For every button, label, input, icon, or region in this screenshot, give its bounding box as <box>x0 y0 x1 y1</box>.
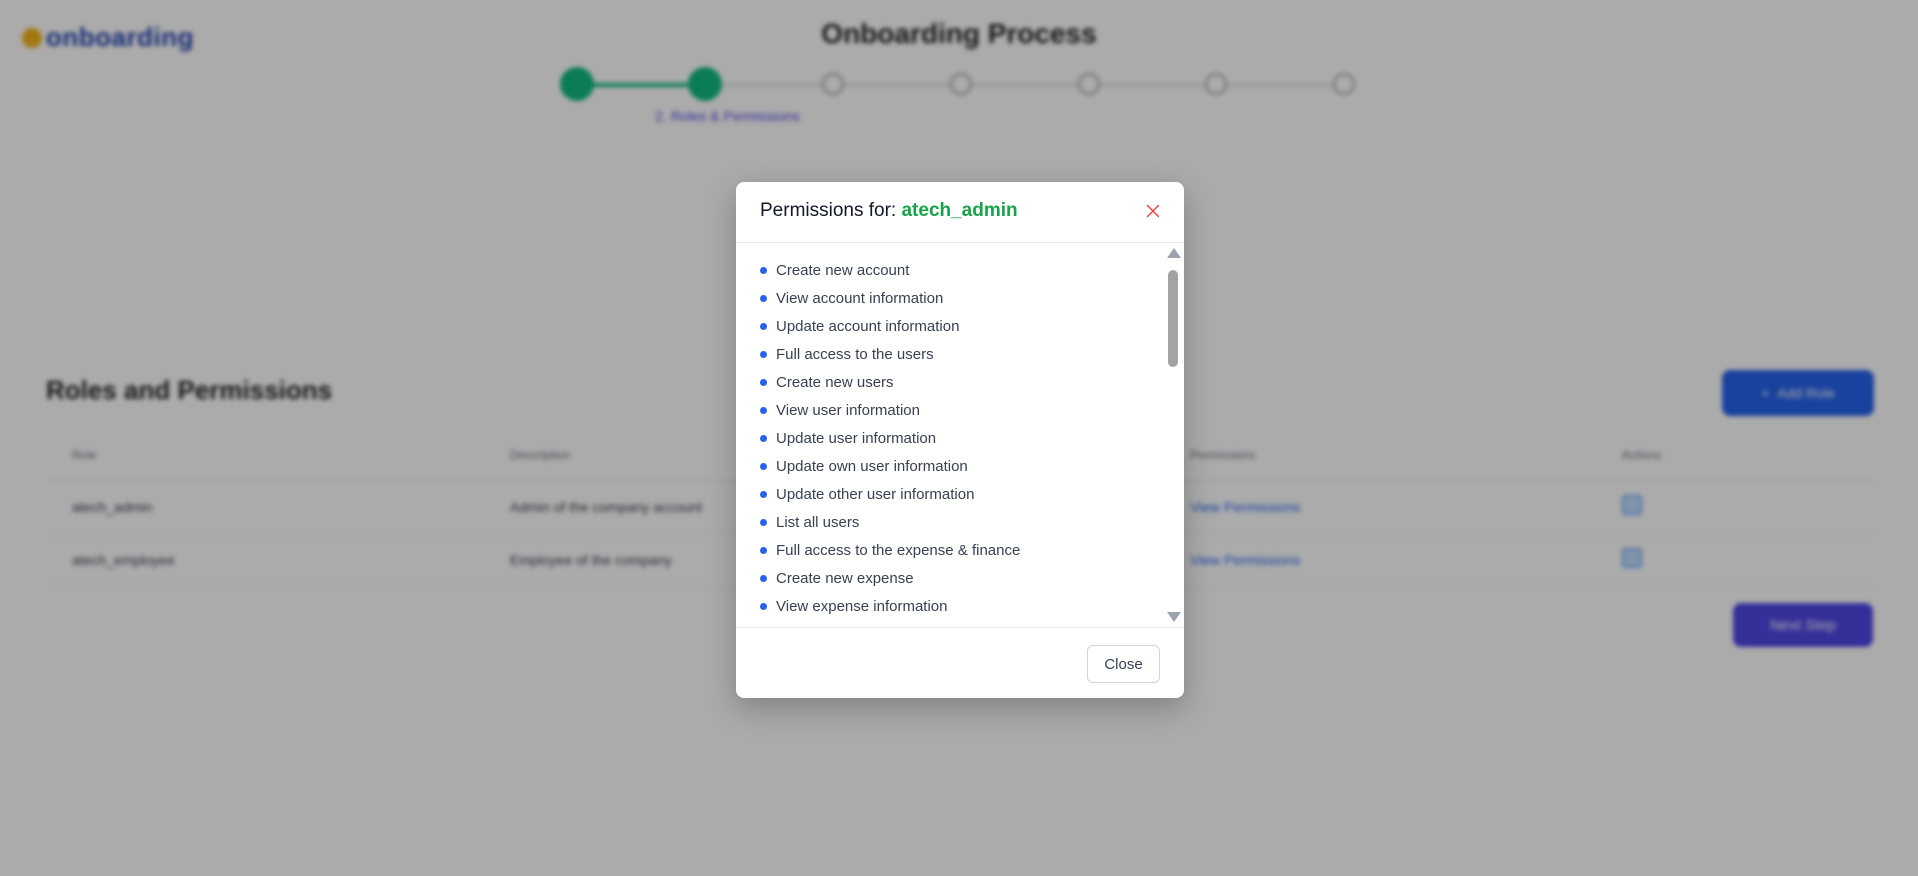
modal-title-prefix: Permissions for: <box>760 200 902 221</box>
permission-label: List all users <box>776 513 860 531</box>
permission-item: Create new account <box>760 256 1184 284</box>
permissions-list: Create new account View account informati… <box>736 243 1184 620</box>
permission-item: Update own user information <box>760 452 1184 480</box>
scrollbar-thumb[interactable] <box>1168 270 1178 367</box>
bullet-icon <box>760 294 767 302</box>
permission-label: View user information <box>776 401 920 419</box>
permission-item: Update other user information <box>760 480 1184 508</box>
bullet-icon <box>760 378 767 386</box>
permission-item: Update user information <box>760 424 1184 452</box>
close-button[interactable]: Close <box>1087 645 1160 683</box>
bullet-icon <box>760 266 767 274</box>
bullet-icon <box>760 574 767 582</box>
bullet-icon <box>760 518 767 526</box>
permission-label: View account information <box>776 289 944 307</box>
scrollbar[interactable] <box>1166 243 1181 627</box>
bullet-icon <box>760 546 767 554</box>
permission-item: Full access to the users <box>760 340 1184 368</box>
bullet-icon <box>760 434 767 442</box>
bullet-icon <box>760 490 767 498</box>
permission-item: View expense information <box>760 592 1184 620</box>
permission-item: Update account information <box>760 312 1184 340</box>
modal-close-button[interactable] <box>1142 200 1164 222</box>
permission-item: Create new users <box>760 368 1184 396</box>
permission-label: Update other user information <box>776 485 975 503</box>
permission-item: Full access to the expense & finance <box>760 536 1184 564</box>
permission-label: Full access to the expense & finance <box>776 541 1021 559</box>
permission-label: Create new expense <box>776 569 914 587</box>
arrow-up-icon[interactable] <box>1167 248 1181 258</box>
bullet-icon <box>760 322 767 330</box>
modal-body[interactable]: Create new account View account informati… <box>736 243 1184 627</box>
bullet-icon <box>760 406 767 414</box>
modal-role-name: atech_admin <box>901 200 1018 221</box>
permission-label: Full access to the users <box>776 345 934 363</box>
bullet-icon <box>760 462 767 470</box>
bullet-icon <box>760 350 767 358</box>
permission-label: Update account information <box>776 317 960 335</box>
arrow-down-icon[interactable] <box>1167 612 1181 622</box>
permission-label: View expense information <box>776 597 948 615</box>
permission-label: Create new users <box>776 373 894 391</box>
permission-item: View account information <box>760 284 1184 312</box>
permission-item: View user information <box>760 396 1184 424</box>
permission-item: List all users <box>760 508 1184 536</box>
bullet-icon <box>760 602 767 610</box>
permission-label: Create new account <box>776 261 910 279</box>
permissions-modal: Permissions for: atech_admin Create new … <box>736 182 1184 698</box>
permission-label: Update own user information <box>776 457 968 475</box>
close-icon <box>1146 204 1160 218</box>
modal-header: Permissions for: atech_admin <box>736 182 1184 243</box>
modal-footer: Close <box>736 627 1184 698</box>
permission-label: Update user information <box>776 429 937 447</box>
modal-title: Permissions for: atech_admin <box>760 200 1018 222</box>
permission-item: Create new expense <box>760 564 1184 592</box>
